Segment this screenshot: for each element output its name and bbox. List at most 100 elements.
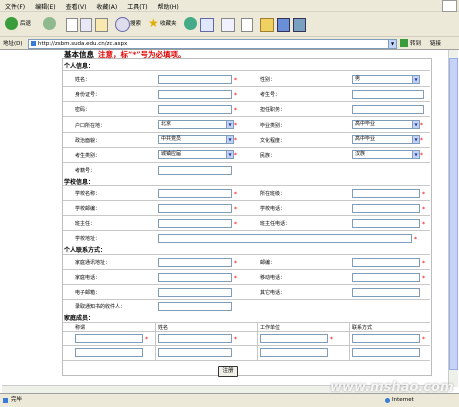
password-field[interactable] — [158, 105, 232, 114]
required-mark: * — [422, 275, 425, 282]
required-mark: * — [234, 107, 237, 114]
zip-field[interactable] — [352, 258, 420, 267]
family-work-1[interactable] — [260, 334, 328, 343]
position-field[interactable] — [352, 105, 424, 114]
required-mark: * — [234, 260, 237, 267]
id-field[interactable] — [158, 90, 232, 99]
family-relation-2[interactable] — [75, 348, 143, 357]
required-mark: * — [234, 77, 237, 84]
family-col-work: 工作单位 — [260, 325, 281, 331]
email-field[interactable] — [158, 288, 232, 297]
school-name-field[interactable] — [158, 189, 232, 198]
back-arrow-icon[interactable] — [5, 17, 18, 30]
exam-no-field[interactable] — [352, 90, 424, 99]
mail-icon[interactable] — [221, 18, 235, 32]
toolbar: 后退 搜索 ★ 收藏夹 — [0, 12, 459, 37]
home-addr-field[interactable] — [158, 258, 232, 267]
media-icon[interactable] — [184, 17, 197, 30]
label-password: 密码： — [75, 107, 91, 113]
divider — [63, 185, 430, 186]
divider — [63, 70, 430, 71]
scrollbar-thumb[interactable] — [449, 58, 458, 370]
exam-num-field[interactable] — [158, 166, 232, 175]
divider — [63, 322, 430, 323]
family-name-2[interactable] — [158, 348, 232, 357]
search-icon[interactable] — [115, 17, 130, 32]
windows-logo-icon — [442, 0, 457, 12]
folder-icon[interactable] — [260, 18, 274, 32]
required-mark: * — [420, 137, 423, 144]
required-mark: * — [420, 152, 423, 159]
divider — [63, 147, 430, 148]
zone-text: Internet — [392, 397, 414, 403]
ethnicity-select[interactable]: 汉族 ▼ — [352, 150, 420, 159]
menu-view[interactable]: 查看(V) — [61, 0, 92, 11]
label-culture: 文化程度： — [260, 138, 286, 144]
menu-file[interactable]: 文件(F) — [0, 0, 30, 11]
teacher-phone-field[interactable] — [352, 219, 420, 228]
name-field[interactable] — [158, 75, 232, 84]
culture-select[interactable]: 高中毕业 ▼ — [352, 135, 420, 144]
required-mark: * — [145, 336, 148, 343]
label-school-addr: 学校地址： — [75, 236, 101, 242]
hukou-select[interactable]: 北京 ▼ — [158, 120, 234, 129]
politics-select[interactable]: 中共党员 ▼ — [158, 135, 234, 144]
forward-arrow-icon[interactable] — [43, 17, 56, 30]
school-phone-field[interactable] — [352, 204, 420, 213]
label-name: 姓名： — [75, 77, 91, 83]
back-button[interactable]: 后退 — [20, 17, 31, 31]
family-name-1[interactable] — [158, 334, 232, 343]
mobile-field[interactable] — [352, 273, 420, 282]
required-mark: * — [422, 260, 425, 267]
head-teacher-field[interactable] — [158, 219, 232, 228]
label-school-zip: 学校邮编： — [75, 206, 101, 212]
required-note: 注意，标“*”号为必填项。 — [98, 50, 186, 59]
gender-select[interactable]: 男 ▼ — [352, 75, 420, 84]
address-dropdown-icon[interactable]: ▼ — [388, 40, 396, 48]
address-input[interactable]: http://zsbm.suda.edu.cn/zc.aspx ▼ — [28, 39, 397, 49]
required-mark: * — [422, 221, 425, 228]
favorites-star-icon[interactable]: ★ — [148, 16, 159, 30]
chevron-down-icon: ▼ — [226, 121, 233, 128]
label-student-type: 考生类别： — [75, 153, 101, 159]
student-type-select[interactable]: 城镇应届 ▼ — [158, 150, 234, 159]
school-addr-field[interactable] — [158, 234, 412, 243]
family-work-2[interactable] — [260, 348, 328, 357]
status-bar: 完毕 Internet — [0, 393, 459, 407]
gender-value: 男 — [355, 76, 361, 82]
divider — [63, 116, 430, 117]
favorites-button[interactable]: 收藏夹 — [160, 17, 177, 31]
home-phone-field[interactable] — [158, 273, 232, 282]
menu-help[interactable]: 帮助(H) — [153, 0, 184, 11]
politics-value: 中共党员 — [161, 136, 182, 142]
other-phone-field[interactable] — [352, 288, 420, 297]
receiver-field[interactable] — [158, 302, 232, 311]
ethnicity-value: 汉族 — [355, 151, 366, 157]
school-zip-field[interactable] — [158, 204, 232, 213]
history-icon[interactable] — [200, 18, 214, 32]
search-button[interactable]: 搜索 — [130, 17, 141, 31]
class-field[interactable] — [352, 189, 420, 198]
research-icon[interactable] — [293, 18, 306, 32]
grad-type-select[interactable]: 高中毕业 ▼ — [352, 120, 420, 129]
hukou-value: 北京 — [161, 121, 172, 127]
menu-tools[interactable]: 工具(T) — [122, 0, 152, 11]
label-id: 身份证号： — [75, 92, 101, 98]
home-icon[interactable] — [95, 18, 108, 32]
links-button[interactable]: 链接 — [430, 39, 441, 47]
section-contact: 个人联系方式： — [64, 247, 107, 254]
go-button[interactable]: 转到 — [410, 39, 421, 47]
menu-favorites[interactable]: 收藏(A) — [91, 0, 122, 11]
family-contact-1[interactable] — [352, 334, 420, 343]
refresh-icon[interactable] — [80, 18, 92, 32]
print-icon[interactable] — [241, 18, 253, 32]
stop-icon[interactable] — [66, 18, 78, 32]
family-contact-2[interactable] — [352, 348, 420, 357]
menu-edit[interactable]: 编辑(E) — [30, 0, 60, 11]
family-relation-1[interactable] — [75, 334, 143, 343]
register-button[interactable]: 注册 — [218, 366, 238, 377]
go-arrow-icon[interactable] — [400, 39, 408, 47]
required-mark: * — [234, 336, 237, 343]
messenger-icon[interactable] — [277, 18, 290, 32]
col-divider — [155, 322, 156, 360]
